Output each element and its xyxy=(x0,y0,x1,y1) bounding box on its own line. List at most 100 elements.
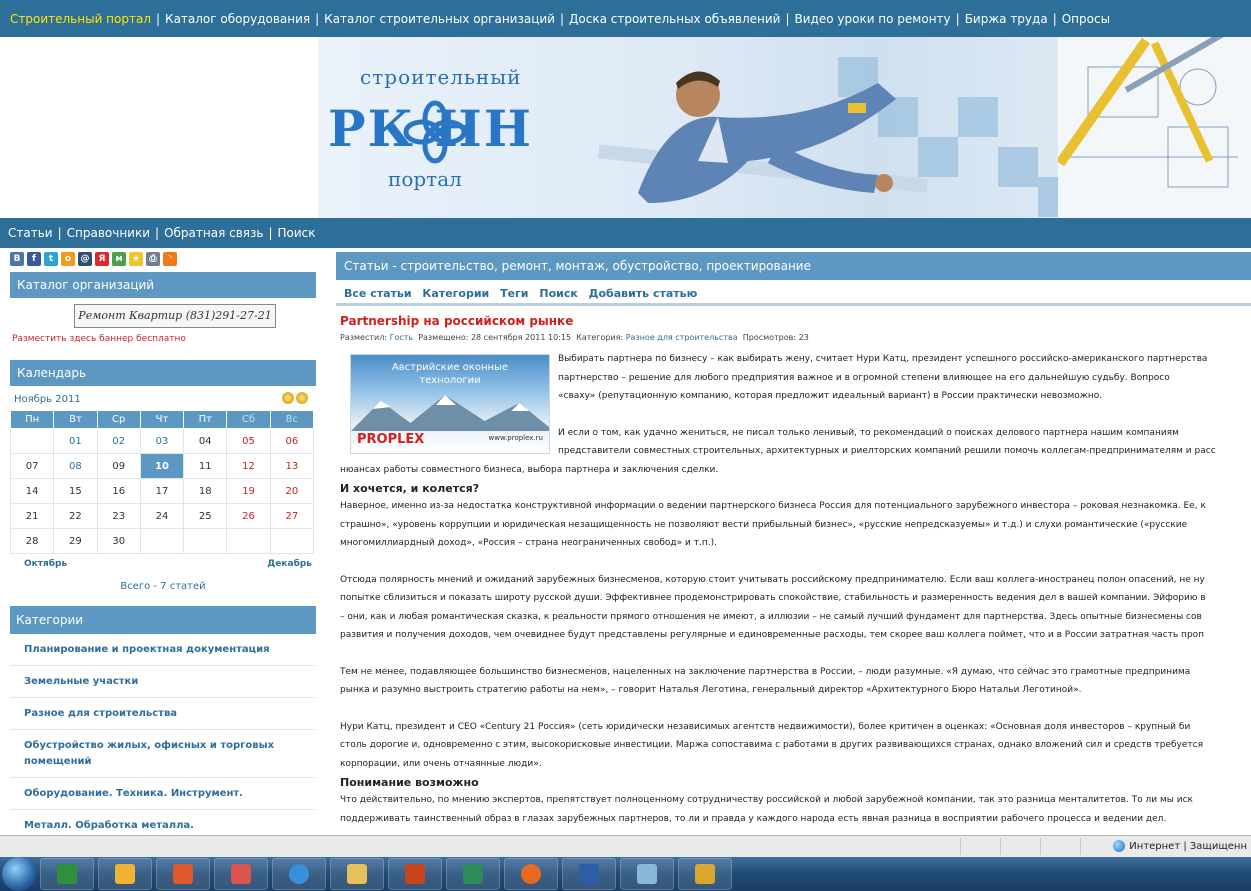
weekday-header: Пт xyxy=(183,410,228,429)
calendar-day: 28 xyxy=(9,528,55,554)
tab-categories[interactable]: Категории xyxy=(422,287,489,300)
calendar-today[interactable]: 10 xyxy=(139,453,185,479)
calendar-month-bar: Ноябрь 2011 xyxy=(10,386,316,410)
category-link[interactable]: Планирование и проектная документация xyxy=(10,634,316,666)
print-icon[interactable]: ⎙ xyxy=(146,252,160,266)
category-link[interactable]: Обустройство жилых, офисных и торговых п… xyxy=(10,730,316,778)
calendar-grid: Пн Вт Ср Чт Пт Сб Вс 01 02 03 04 05 06 0… xyxy=(9,410,315,554)
calendar-day xyxy=(226,528,271,554)
article-line: Тем не менее, подавляющее большинство би… xyxy=(340,666,1191,677)
moimir-icon[interactable]: м xyxy=(112,252,126,266)
taskbar-ie-button[interactable] xyxy=(272,858,326,890)
header-banner[interactable]: строительный РК НН портал xyxy=(318,37,1251,218)
security-zone-label: Интернет | Защищенн xyxy=(1129,840,1247,852)
windows-taskbar xyxy=(0,857,1251,891)
topnav-separator: | xyxy=(1052,11,1057,26)
topnav-separator: | xyxy=(785,11,790,26)
left-sidebar: Каталог организаций Ремонт Квартир (831)… xyxy=(9,272,316,842)
org-banner[interactable]: Ремонт Квартир (831)291-27-21 xyxy=(74,304,276,328)
calendar-next-icon[interactable] xyxy=(296,392,308,404)
meta-author-link[interactable]: Гость xyxy=(390,333,414,342)
calendar-day: 18 xyxy=(183,478,228,504)
category-link[interactable]: Оборудование. Техника. Инструмент. xyxy=(10,778,316,810)
subnav-directories[interactable]: Справочники xyxy=(67,226,150,240)
proplex-ad-banner[interactable]: Австрийские оконные технологии PROPLEX w… xyxy=(350,354,550,454)
main-content: Статьи - строительство, ремонт, монтаж, … xyxy=(336,252,1251,828)
topnav-separator: | xyxy=(315,11,320,26)
illustrator-icon xyxy=(405,864,425,884)
article-line: – они, как и любая романтическая сказка,… xyxy=(340,611,1202,622)
rss-icon[interactable]: ◝ xyxy=(163,252,177,266)
article-title[interactable]: Partnership на российском рынке xyxy=(336,314,1251,328)
calendar-day-link[interactable]: 02 xyxy=(96,428,141,454)
topnav-polls[interactable]: Опросы xyxy=(1062,12,1110,26)
topnav-job-exchange[interactable]: Биржа труда xyxy=(965,12,1048,26)
calendar-next-month-link[interactable]: Декабрь xyxy=(267,559,312,569)
subnav-separator: | xyxy=(57,226,62,240)
calendar-total-link[interactable]: Всего - 7 статей xyxy=(10,576,316,598)
app-icon xyxy=(173,864,193,884)
taskbar-app-button[interactable] xyxy=(214,858,268,890)
categories-heading: Категории xyxy=(10,606,316,634)
decor-square xyxy=(998,147,1038,187)
tab-add-article[interactable]: Добавить статью xyxy=(589,287,698,300)
vkontakte-icon[interactable]: В xyxy=(10,252,24,266)
calendar-day: 14 xyxy=(9,478,55,504)
taskbar-app-button[interactable] xyxy=(330,858,384,890)
article-line: развития и получения доходов, чем очевид… xyxy=(340,630,1205,640)
category-link[interactable]: Разное для строительства xyxy=(10,698,316,730)
calendar-prev-icon[interactable] xyxy=(282,392,294,404)
subnav-search[interactable]: Поиск xyxy=(278,226,316,240)
twitter-icon[interactable]: t xyxy=(44,252,58,266)
calendar-day: 30 xyxy=(96,528,141,554)
calendar-day-link[interactable]: 08 xyxy=(53,453,98,479)
calendar-prev-month-link[interactable]: Октябрь xyxy=(24,559,67,569)
meta-posted-label: Разместил: xyxy=(340,333,388,342)
yandex-icon[interactable]: Я xyxy=(95,252,109,266)
article-line: страшно», «уровень коррупции и юридическ… xyxy=(340,519,1188,530)
article-line: Наверное, именно из-за недостатка констр… xyxy=(340,501,1206,511)
topnav-classifieds[interactable]: Доска строительных объявлений xyxy=(569,12,780,26)
odnoklassniki-icon[interactable]: о xyxy=(61,252,75,266)
calendar-day: 17 xyxy=(139,478,185,504)
tab-search[interactable]: Поиск xyxy=(539,287,577,300)
calendar-day-link[interactable]: 01 xyxy=(53,428,98,454)
calendar-day xyxy=(139,528,185,554)
logo-top-text: строительный xyxy=(360,65,522,89)
section-heading: Статьи - строительство, ремонт, монтаж, … xyxy=(336,252,1251,280)
category-link[interactable]: Земельные участки xyxy=(10,666,316,698)
topnav-equipment-catalog[interactable]: Каталог оборудования xyxy=(165,12,310,26)
start-button[interactable] xyxy=(2,857,36,891)
taskbar-app-button[interactable] xyxy=(156,858,210,890)
subnav-feedback[interactable]: Обратная связь xyxy=(164,226,263,240)
calendar-day: 23 xyxy=(96,503,141,529)
status-divider xyxy=(1080,838,1081,855)
meta-category-link[interactable]: Разное для строительства xyxy=(626,333,738,342)
calendar-heading: Календарь xyxy=(10,360,316,386)
favorites-icon[interactable]: ★ xyxy=(129,252,143,266)
taskbar-app-button[interactable] xyxy=(98,858,152,890)
facebook-icon[interactable]: f xyxy=(27,252,41,266)
security-zone[interactable]: Интернет | Защищенн xyxy=(1113,840,1251,852)
topnav-construction-portal[interactable]: Строительный портал xyxy=(10,12,151,26)
topnav-organizations-catalog[interactable]: Каталог строительных организаций xyxy=(324,12,555,26)
decor-square xyxy=(958,97,998,137)
taskbar-app-button[interactable] xyxy=(562,858,616,890)
tab-all-articles[interactable]: Все статьи xyxy=(344,287,412,300)
taskbar-app-button[interactable] xyxy=(678,858,732,890)
tab-tags[interactable]: Теги xyxy=(500,287,528,300)
calendar-day xyxy=(183,528,228,554)
topnav-video-lessons[interactable]: Видео уроки по ремонту xyxy=(795,12,951,26)
mailru-icon[interactable]: @ xyxy=(78,252,92,266)
calendar-day-link[interactable]: 03 xyxy=(139,428,185,454)
calendar-day: 06 xyxy=(269,428,315,454)
taskbar-app-button[interactable] xyxy=(388,858,442,890)
taskbar-app-button[interactable] xyxy=(446,858,500,890)
place-banner-link[interactable]: Разместить здесь баннер бесплатно xyxy=(12,334,186,344)
subnav-articles[interactable]: Статьи xyxy=(8,226,53,240)
taskbar-app-button[interactable] xyxy=(40,858,94,890)
taskbar-app-button[interactable] xyxy=(620,858,674,890)
taskbar-app-button[interactable] xyxy=(504,858,558,890)
word-icon xyxy=(579,864,599,884)
